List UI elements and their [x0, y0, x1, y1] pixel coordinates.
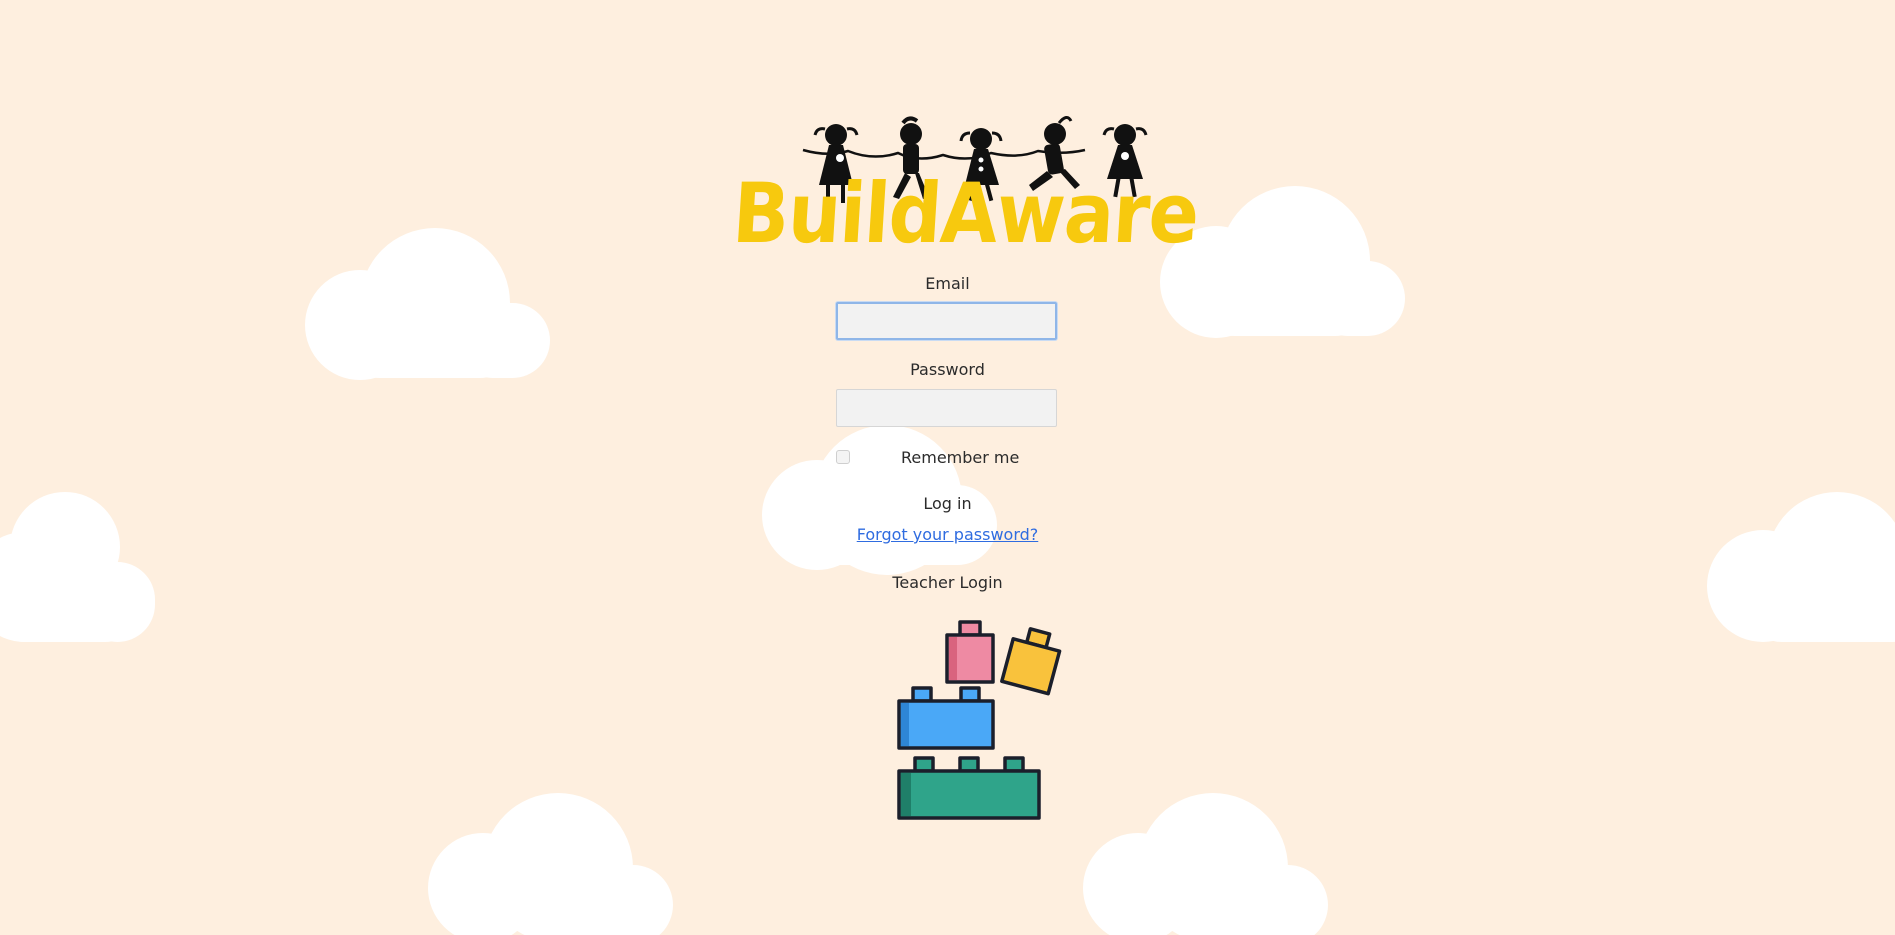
login-page: BuildAware Email Password Remember me Lo… [0, 0, 1895, 935]
remember-me: Remember me [836, 446, 1057, 468]
teacher-login-button[interactable]: Teacher Login [0, 573, 1895, 592]
cloud-decoration [1083, 793, 1328, 935]
password-field[interactable] [836, 389, 1057, 427]
cloud-decoration [0, 492, 185, 642]
password-label: Password [910, 360, 985, 379]
cloud-decoration [428, 793, 673, 935]
forgot-password-link[interactable]: Forgot your password? [857, 525, 1039, 544]
forgot-password: Forgot your password? [0, 525, 1895, 544]
cloud-decoration [305, 228, 550, 380]
email-field[interactable] [836, 302, 1057, 340]
remember-me-checkbox[interactable] [836, 450, 850, 464]
login-button[interactable]: Log in [0, 494, 1895, 513]
remember-me-label: Remember me [901, 448, 1020, 467]
building-blocks-icon [897, 620, 1062, 820]
buildaware-logo: BuildAware [729, 115, 1202, 263]
cloud-decoration [1707, 492, 1895, 642]
building-blocks-illustration [895, 620, 1075, 830]
logo-wordmark: BuildAware [729, 165, 1202, 263]
email-label: Email [925, 274, 970, 293]
